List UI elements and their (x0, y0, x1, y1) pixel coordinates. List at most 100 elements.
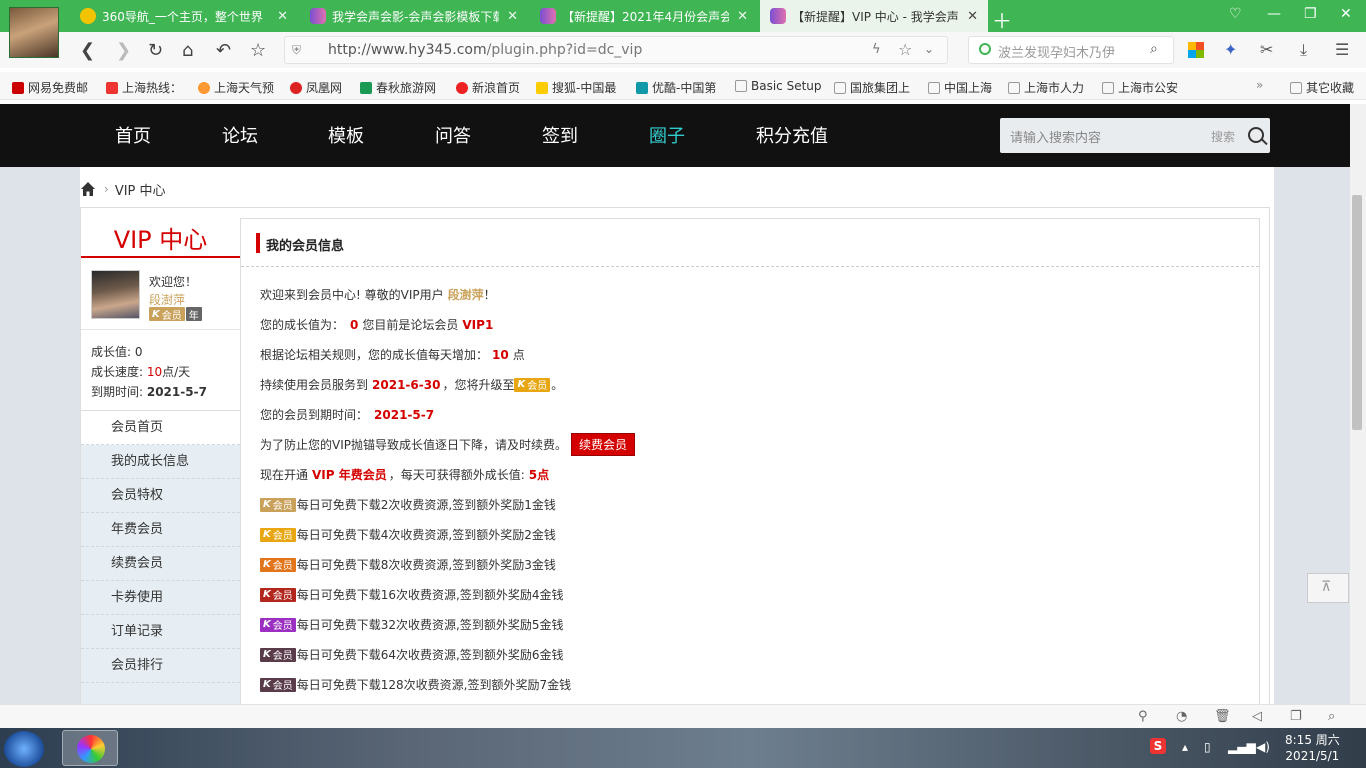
browser-tab-vip-active[interactable]: 【新提醒】VIP 中心 - 我学会声 ✕ (760, 0, 988, 32)
zoom-icon[interactable]: ⌕ (1328, 709, 1335, 724)
site-search-label[interactable]: 搜索 (1211, 128, 1235, 145)
start-button[interactable] (4, 731, 44, 767)
bookmark-basic-setup[interactable]: Basic Setup (735, 79, 822, 93)
bookmark-springtour[interactable]: 春秋旅游网 (360, 79, 436, 96)
tray-expand-icon[interactable]: ▴ (1182, 740, 1188, 754)
trash-icon[interactable]: 🗑 (1214, 709, 1231, 724)
site-icon (540, 8, 556, 24)
browser-tab-reminder[interactable]: 【新提醒】2021年4月份会声会影 ✕ (530, 0, 758, 32)
level-row: K 会员 每日可免费下载32次收费资源,签到额外奖励5金钱 (260, 616, 563, 633)
search-icon[interactable]: ⌕ (1150, 41, 1158, 57)
bookmark-cits[interactable]: 国旅集团上 (834, 79, 910, 96)
username-link[interactable]: 段澍萍 (149, 291, 185, 308)
level-row: K 会员 每日可免费下载8次收费资源,签到额外奖励3金钱 (260, 556, 556, 573)
vip-level-badge: K 会员 (260, 527, 296, 542)
accelerate-icon[interactable]: ⚲ (1138, 709, 1148, 724)
apps-grid-icon[interactable] (1188, 42, 1204, 58)
menu-item-orders[interactable]: 订单记录 (81, 615, 240, 649)
close-icon[interactable]: ✕ (967, 9, 978, 24)
bookmark-163[interactable]: 网易免费邮 (12, 79, 88, 96)
menu-item-ranking[interactable]: 会员排行 (81, 649, 240, 683)
bookmark-star-icon[interactable]: ☆ (898, 40, 912, 59)
bookmark-police[interactable]: 上海市公安 (1102, 79, 1178, 96)
window-icon[interactable]: ❐ (1290, 709, 1302, 724)
back-to-top-button[interactable]: ⊼ (1307, 573, 1349, 603)
vip-level-badge: K 会员 (260, 677, 296, 692)
member-badge: K 会员年 (149, 307, 203, 322)
nav-checkin[interactable]: 签到 (542, 122, 578, 148)
browser-user-avatar[interactable] (9, 7, 59, 58)
site-search-input[interactable]: 请输入搜索内容 搜索 (1000, 118, 1270, 153)
download-icon[interactable]: ⤓ (1300, 40, 1307, 60)
back-icon[interactable]: ❮ (80, 40, 95, 61)
lightning-icon[interactable]: ϟ (872, 42, 881, 57)
restore-icon[interactable]: ❐ (1304, 6, 1317, 22)
menu-item-growth[interactable]: 我的成长信息 (81, 445, 240, 479)
menu-item-privileges[interactable]: 会员特权 (81, 479, 240, 513)
extension-icon[interactable]: ✦ (1224, 40, 1237, 59)
bookmark-hr[interactable]: 上海市人力 (1008, 79, 1084, 96)
avatar[interactable] (91, 270, 140, 319)
nav-home[interactable]: 首页 (115, 122, 151, 148)
accent-bar (256, 233, 260, 253)
menu-item-annual[interactable]: 年费会员 (81, 513, 240, 547)
shirt-icon[interactable]: ♡ (1229, 6, 1242, 22)
minimize-icon[interactable]: — (1267, 6, 1281, 22)
bookmark-other-folder[interactable]: 其它收藏 (1290, 79, 1354, 96)
close-window-icon[interactable]: ✕ (1340, 6, 1352, 22)
new-tab-icon[interactable]: ＋ (992, 5, 1012, 34)
refresh-status-icon[interactable]: ◔ (1176, 709, 1187, 724)
favorite-star-icon[interactable]: ☆ (250, 40, 266, 61)
level-description: 每日可免费下载4次收费资源,签到额外奖励2金钱 (296, 528, 556, 542)
home-icon[interactable] (80, 181, 96, 197)
welcome-text: 欢迎您！ (149, 275, 198, 289)
bookmark-sina[interactable]: 新浪首页 (456, 79, 520, 96)
bookmark-online[interactable]: 上海热线： (106, 79, 182, 96)
sogou-ime-icon[interactable]: S (1150, 738, 1166, 754)
nav-templates[interactable]: 模板 (328, 122, 364, 148)
menu-item-home[interactable]: 会员首页 (81, 411, 240, 445)
info-line-welcome: 欢迎来到会员中心! 尊敬的VIP用户 段澍萍！ (260, 288, 496, 302)
browser-tab-hy345[interactable]: 我学会声会影-会声会影模板下载 ✕ (300, 0, 528, 32)
bookmark-youku[interactable]: 优酷-中国第 (636, 79, 716, 96)
browser-tab-360[interactable]: 360导航_一个主页，整个世界 ✕ (70, 0, 298, 32)
security-shield-icon[interactable]: ⛨ (292, 43, 301, 58)
browser-app-icon (77, 735, 105, 763)
signal-icon[interactable]: ▂▄▆ (1228, 740, 1256, 754)
undo-icon[interactable]: ↶ (216, 40, 231, 61)
level-description: 每日可免费下载128次收费资源,签到额外奖励7金钱 (296, 678, 572, 692)
nav-qa[interactable]: 问答 (435, 122, 471, 148)
volume-icon[interactable]: ◁ (1252, 709, 1262, 724)
bookmark-weather[interactable]: 上海天气预 (198, 79, 274, 96)
reload-icon[interactable]: ↻ (148, 40, 163, 61)
search-icon[interactable] (1248, 127, 1264, 143)
renew-button[interactable]: 续费会员 (571, 433, 636, 456)
panel-header: 我的会员信息 (241, 219, 1259, 267)
bookmark-shanghai[interactable]: 中国上海 (928, 79, 992, 96)
level-description: 每日可免费下载16次收费资源,签到额外奖励4金钱 (296, 588, 564, 602)
scrollbar-thumb[interactable] (1352, 195, 1362, 430)
nav-forum[interactable]: 论坛 (222, 122, 258, 148)
forward-icon[interactable]: ❯ (116, 40, 131, 61)
nav-circle-active[interactable]: 圈子 (649, 122, 685, 148)
site-icon (770, 8, 786, 24)
network-device-icon[interactable]: ▯ (1204, 740, 1211, 754)
chevron-down-icon[interactable]: ⌄ (924, 42, 934, 56)
close-icon[interactable]: ✕ (277, 9, 288, 24)
level-row: K 会员 每日可免费下载16次收费资源,签到额外奖励4金钱 (260, 586, 563, 603)
speaker-icon[interactable]: ◀) (1256, 740, 1270, 754)
taskbar-clock[interactable]: 8:15 周六 2021/5/1 (1285, 732, 1340, 764)
bookmark-sohu[interactable]: 搜狐-中国最 (536, 79, 616, 96)
close-icon[interactable]: ✕ (507, 9, 518, 24)
menu-icon[interactable]: ☰ (1335, 40, 1349, 59)
taskbar-browser[interactable] (62, 730, 118, 766)
bookmark-ifeng[interactable]: 凤凰网 (290, 79, 342, 96)
close-icon[interactable]: ✕ (737, 9, 748, 24)
menu-item-renew[interactable]: 续费会员 (81, 547, 240, 581)
info-line-daily: 根据论坛相关规则，您的成长值每天增加： 10 点 (260, 347, 525, 363)
home-icon[interactable]: ⌂ (182, 40, 193, 61)
scissors-icon[interactable]: ✂ (1260, 40, 1273, 59)
more-bookmarks-icon[interactable]: » (1256, 78, 1263, 92)
menu-item-coupons[interactable]: 卡券使用 (81, 581, 240, 615)
nav-recharge[interactable]: 积分充值 (756, 122, 828, 148)
